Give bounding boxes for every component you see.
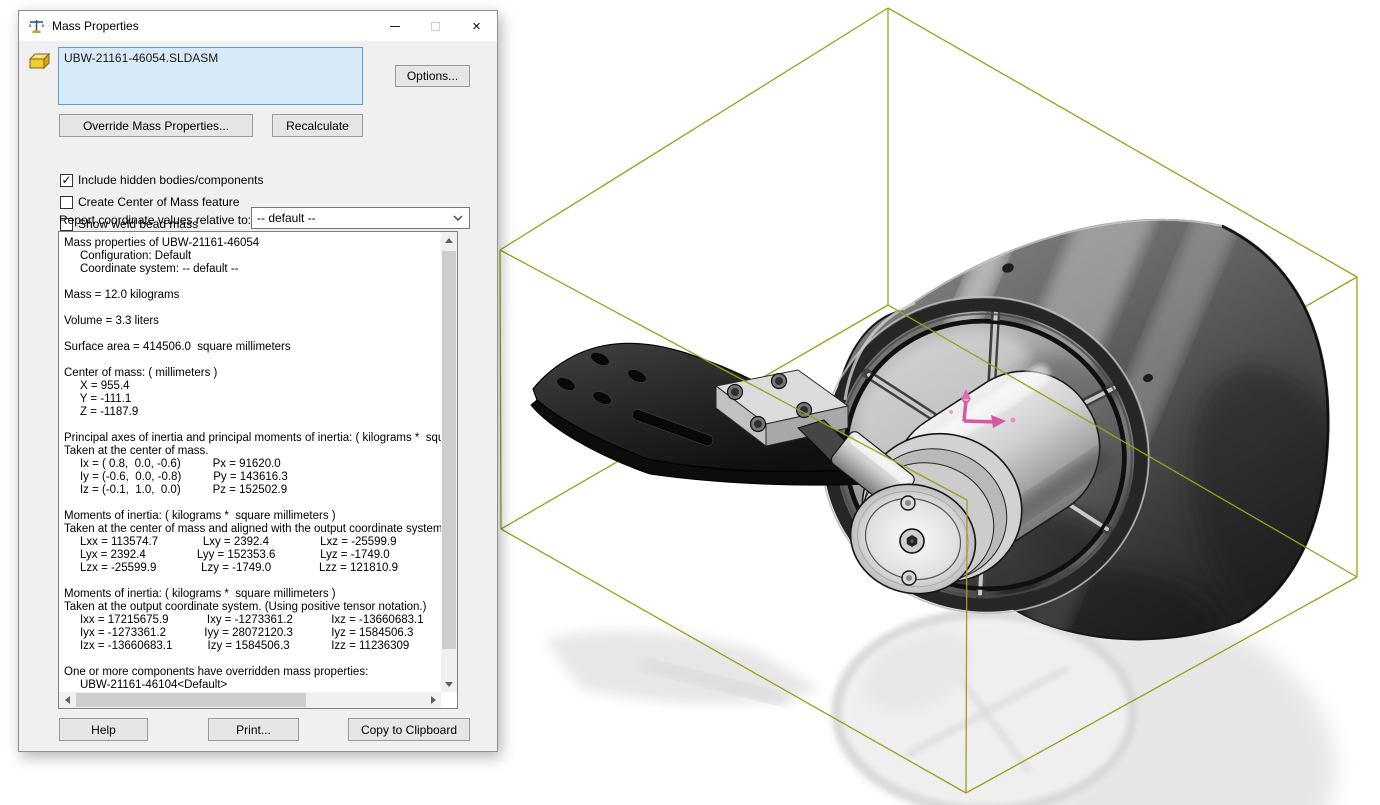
minimize-button[interactable] — [374, 11, 415, 41]
report-line: Mass properties of UBW-21161-46054 — [64, 237, 441, 250]
dialog-titlebar[interactable]: Mass Properties × — [19, 11, 497, 41]
checkbox-label: Include hidden bodies/components — [78, 173, 263, 187]
report-line: UBW-21161-46104<Default> — [64, 679, 441, 692]
override-mass-properties-button[interactable]: Override Mass Properties... — [59, 114, 253, 137]
mass-properties-dialog: Mass Properties × UBW-21161-46054.SLDASM… — [18, 10, 498, 752]
vertical-scrollbar-thumb[interactable] — [442, 251, 456, 649]
report-line: Taken at the output coordinate system. (… — [64, 601, 441, 614]
report-line — [64, 354, 441, 367]
report-line: Iyx = -1273361.2 Iyy = 28072120.3 Iyz = … — [64, 627, 441, 640]
help-button[interactable]: Help — [59, 718, 148, 741]
report-line: X = 955.4 — [64, 380, 441, 393]
report-line: Configuration: Default — [64, 250, 441, 263]
report-line: Lxx = 113574.7 Lxy = 2392.4 Lxz = -25599… — [64, 536, 441, 549]
report-text[interactable]: Mass properties of UBW-21161-46054 Confi… — [59, 232, 441, 692]
report-line: Taken at the center of mass and aligned … — [64, 523, 441, 536]
print-button[interactable]: Print... — [208, 718, 299, 741]
scroll-down-icon — [445, 682, 453, 687]
chevron-down-icon — [447, 215, 469, 221]
report-line: Y = -111.1 — [64, 393, 441, 406]
scroll-down-button[interactable] — [441, 676, 457, 692]
maximize-button — [415, 11, 456, 41]
report-line: Moments of inertia: ( kilograms * square… — [64, 588, 441, 601]
report-line: Ix = ( 0.8, 0.0, -0.6) Px = 91620.0 — [64, 458, 441, 471]
report-line — [64, 302, 441, 315]
scroll-up-button[interactable] — [441, 232, 457, 248]
report-line: Coordinate system: -- default -- — [64, 263, 441, 276]
assembly-part-icon — [28, 50, 52, 74]
report-line: Surface area = 414506.0 square millimete… — [64, 341, 441, 354]
report-line: Ixx = 17215675.9 Ixy = -1273361.2 Ixz = … — [64, 614, 441, 627]
report-line: Center of mass: ( millimeters ) — [64, 367, 441, 380]
report-line — [64, 497, 441, 510]
report-line: Izx = -13660683.1 Izy = 1584506.3 Izz = … — [64, 640, 441, 653]
scroll-up-icon — [445, 238, 453, 243]
close-icon: × — [472, 19, 481, 34]
checkbox-create-com-feature[interactable]: Create Center of Mass feature — [60, 195, 239, 209]
report-line: Z = -1187.9 — [64, 406, 441, 419]
scroll-right-button[interactable] — [425, 692, 441, 708]
report-line — [64, 419, 441, 432]
solidworks-screen: Mass Properties × UBW-21161-46054.SLDASM… — [0, 0, 1380, 805]
report-line — [64, 653, 441, 666]
coordinate-system-label: Report coordinate values relative to: — [59, 213, 251, 227]
report-line: Taken at the center of mass. — [64, 445, 441, 458]
report-line: Lyx = 2392.4 Lyy = 152353.6 Lyz = -1749.… — [64, 549, 441, 562]
selected-item-text: UBW-21161-46054.SLDASM — [64, 51, 218, 65]
report-line: Principal axes of inertia and principal … — [64, 432, 441, 445]
recalculate-button[interactable]: Recalculate — [272, 114, 363, 137]
report-line: Iy = (-0.6, 0.0, -0.8) Py = 143616.3 — [64, 471, 441, 484]
horizontal-scrollbar-thumb[interactable] — [76, 693, 306, 707]
dialog-body: UBW-21161-46054.SLDASM Options... Overri… — [19, 41, 497, 751]
options-button[interactable]: Options... — [395, 65, 470, 87]
scroll-left-icon — [65, 696, 70, 704]
horizontal-scrollbar[interactable] — [59, 692, 441, 708]
scroll-left-button[interactable] — [59, 692, 75, 708]
minimize-icon — [390, 26, 400, 27]
report-line: Mass = 12.0 kilograms — [64, 289, 441, 302]
vertical-scrollbar[interactable] — [441, 232, 457, 692]
scroll-right-icon — [431, 696, 436, 704]
coordinate-system-dropdown[interactable]: -- default -- — [251, 207, 470, 229]
report-line — [64, 276, 441, 289]
report-line — [64, 575, 441, 588]
dialog-title: Mass Properties — [52, 19, 139, 33]
report-line: Lzx = -25599.9 Lzy = -1749.0 Lzz = 12181… — [64, 562, 441, 575]
report-line: One or more components have overridden m… — [64, 666, 441, 679]
coordinate-system-value: -- default -- — [257, 211, 447, 225]
checkbox-include-hidden[interactable]: ✓ Include hidden bodies/components — [60, 173, 263, 187]
selected-item-field[interactable]: UBW-21161-46054.SLDASM — [58, 47, 363, 105]
mass-properties-icon — [28, 18, 45, 35]
report-line — [64, 328, 441, 341]
mass-properties-report: Mass properties of UBW-21161-46054 Confi… — [58, 231, 458, 709]
checkbox-icon[interactable]: ✓ — [60, 174, 73, 187]
maximize-icon — [431, 22, 440, 31]
report-line: Iz = (-0.1, 1.0, 0.0) Pz = 152502.9 — [64, 484, 441, 497]
report-line: Volume = 3.3 liters — [64, 315, 441, 328]
checkbox-label: Create Center of Mass feature — [78, 195, 239, 209]
checkbox-icon[interactable] — [60, 196, 73, 209]
report-line: Moments of inertia: ( kilograms * square… — [64, 510, 441, 523]
copy-to-clipboard-button[interactable]: Copy to Clipboard — [348, 718, 470, 741]
close-button[interactable]: × — [456, 11, 497, 41]
